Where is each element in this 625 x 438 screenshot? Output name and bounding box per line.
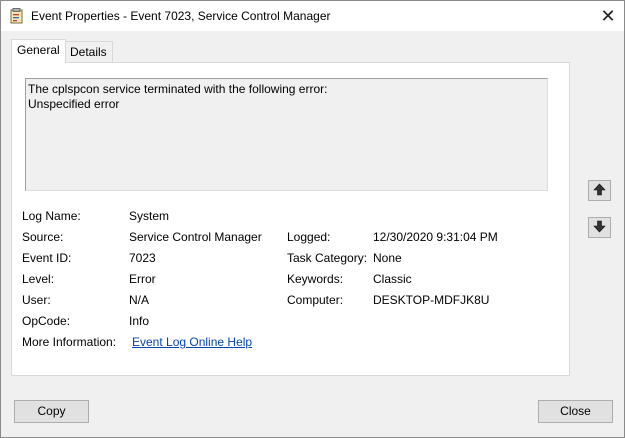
arrow-down-icon [593,220,606,236]
keywords-label: Keywords: [287,272,344,286]
task-category-value: None [373,251,402,265]
log-name-value: System [129,209,170,223]
close-button[interactable]: Close [538,400,613,423]
keywords-value: Classic [373,272,412,286]
title-bar: Event Properties - Event 7023, Service C… [1,1,624,31]
description-line-1: The cplspcon service terminated with the… [28,82,328,96]
description-line-2: Unspecified error [28,97,120,111]
source-value: Service Control Manager [129,230,262,244]
window-title: Event Properties - Event 7023, Service C… [31,9,331,23]
computer-label: Computer: [287,293,344,307]
user-value: N/A [129,293,150,307]
event-viewer-icon [10,8,24,24]
copy-button[interactable]: Copy [14,400,89,423]
next-event-button[interactable] [588,217,611,238]
more-info-label: More Information: [22,335,117,349]
close-icon[interactable]: ✕ [592,1,624,31]
event-id-value: 7023 [129,251,156,265]
opcode-value: Info [129,314,150,328]
computer-value: DESKTOP-MDFJK8U [373,293,490,307]
tab-general[interactable]: General [11,39,66,63]
logged-value: 12/30/2020 9:31:04 PM [373,230,498,244]
general-tab-panel: The cplspcon service terminated with the… [11,62,570,376]
log-name-label: Log Name: [22,209,81,223]
logged-label: Logged: [287,230,331,244]
event-properties-window: Event Properties - Event 7023, Service C… [0,0,625,438]
source-label: Source: [22,230,64,244]
previous-event-button[interactable] [588,180,611,201]
event-id-label: Event ID: [22,251,72,265]
opcode-label: OpCode: [22,314,71,328]
event-description-box[interactable]: The cplspcon service terminated with the… [25,78,548,191]
task-category-label: Task Category: [287,251,368,265]
user-label: User: [22,293,51,307]
tab-details[interactable]: Details [64,41,113,63]
level-value: Error [129,272,156,286]
arrow-up-icon [593,183,606,199]
event-log-online-help-link[interactable]: Event Log Online Help [132,335,252,349]
level-label: Level: [22,272,55,286]
